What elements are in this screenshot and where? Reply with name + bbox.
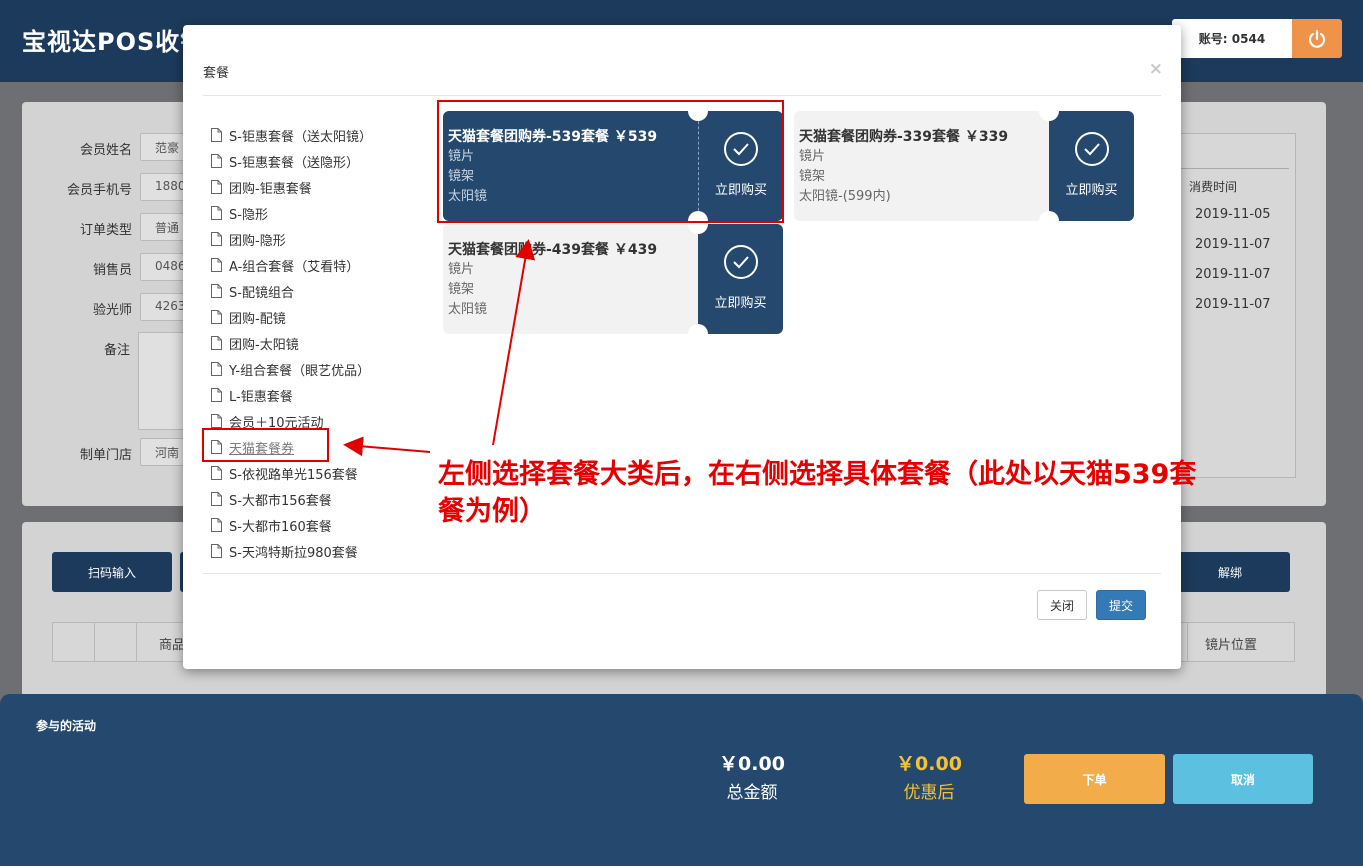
annotation-arrows bbox=[343, 239, 536, 457]
arrow-to-package bbox=[492, 239, 536, 446]
arrow-to-category bbox=[343, 436, 431, 457]
annotation-text: 左侧选择套餐大类后，在右侧选择具体套餐（此处以天猫539套餐为例） bbox=[438, 459, 1197, 527]
